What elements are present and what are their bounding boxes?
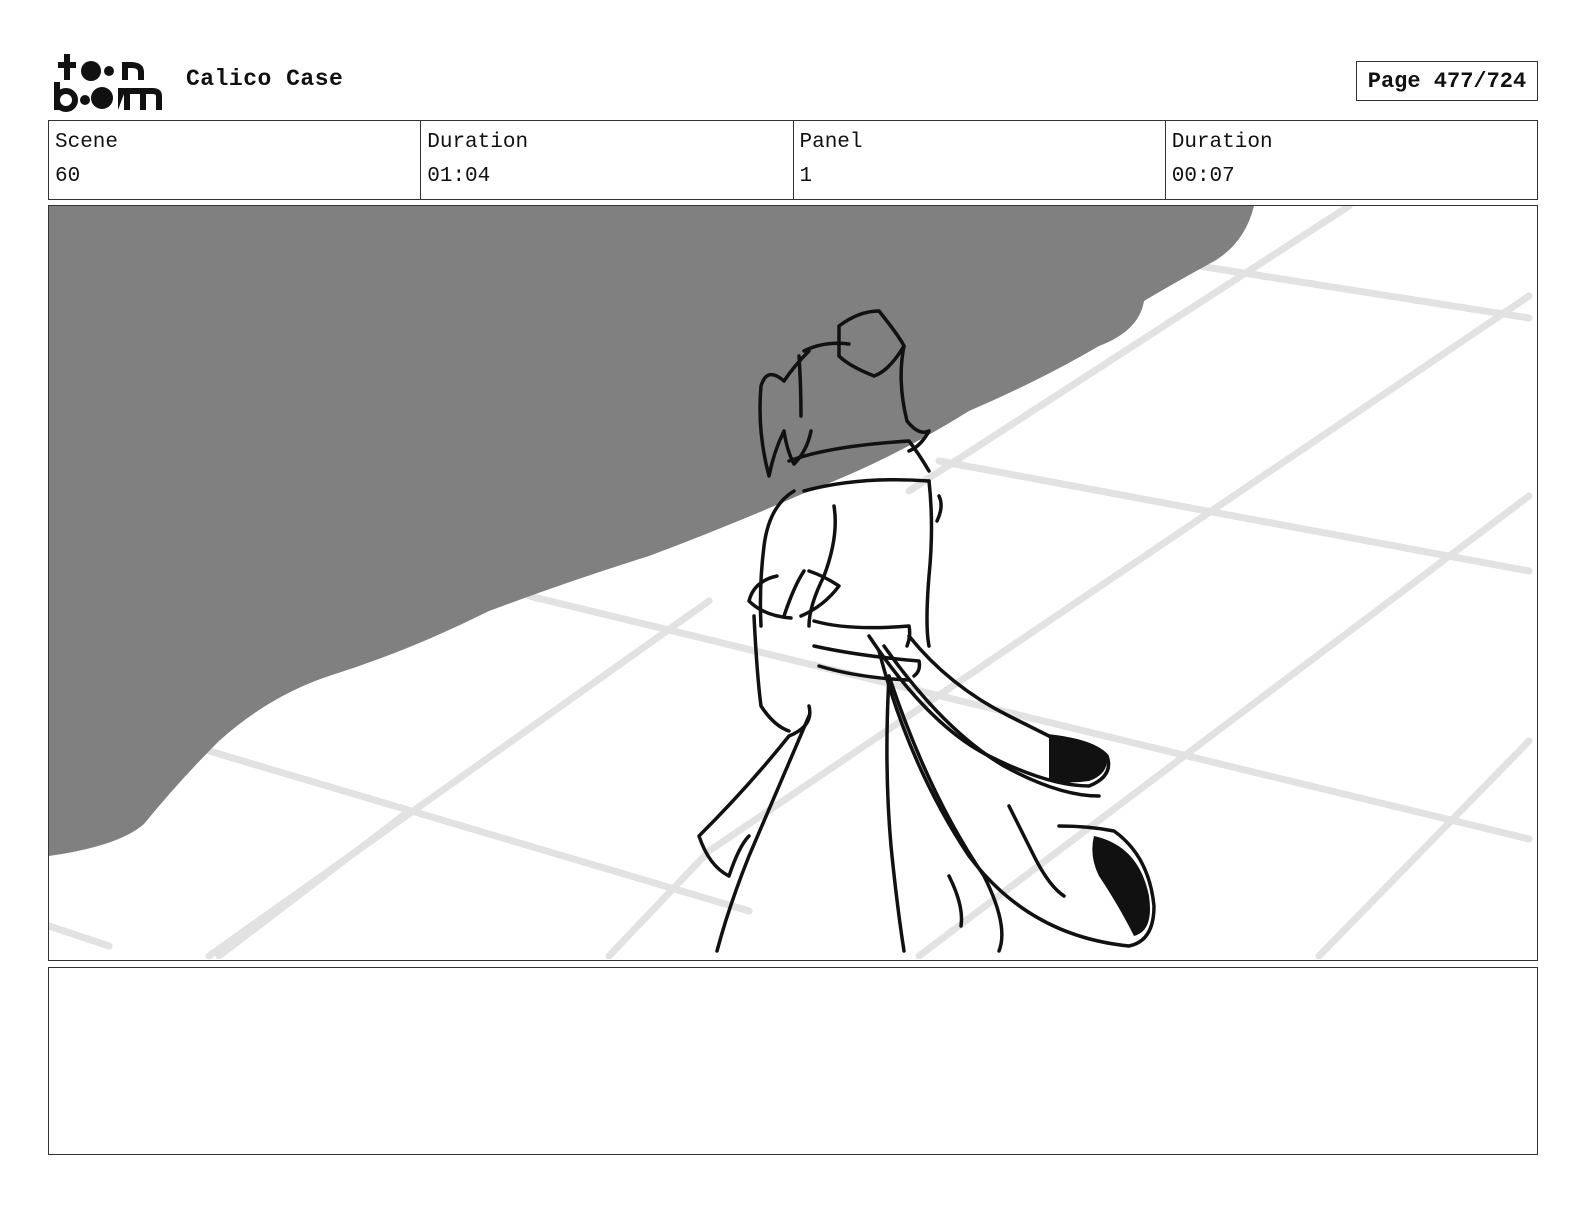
info-table: Scene 60 Duration 01:04 Panel 1 Duration… bbox=[48, 120, 1538, 200]
page-number-box: Page 477/724 bbox=[1356, 61, 1538, 101]
panel-value: 1 bbox=[799, 165, 813, 188]
page-number: Page 477/724 bbox=[1367, 68, 1527, 94]
scene-duration-value: 01:04 bbox=[427, 165, 491, 188]
panel-cell: Panel 1 bbox=[794, 121, 1166, 199]
panel-notes bbox=[48, 967, 1538, 1155]
panel-label: Panel bbox=[799, 131, 863, 154]
scene-duration-cell: Duration 01:04 bbox=[421, 121, 794, 199]
panel-duration-value: 00:07 bbox=[1171, 165, 1235, 188]
scene-cell: Scene 60 bbox=[49, 121, 422, 199]
panel-duration-label: Duration bbox=[1171, 131, 1273, 154]
toon-boom-logo bbox=[54, 54, 162, 112]
panel-duration-cell: Duration 00:07 bbox=[1166, 121, 1537, 199]
storyboard-sketch bbox=[49, 206, 1536, 959]
scene-value: 60 bbox=[55, 165, 81, 188]
scene-label: Scene bbox=[55, 131, 119, 154]
storyboard-panel-image bbox=[48, 205, 1538, 961]
project-title: Calico Case bbox=[186, 66, 344, 92]
scene-duration-label: Duration bbox=[427, 131, 529, 154]
